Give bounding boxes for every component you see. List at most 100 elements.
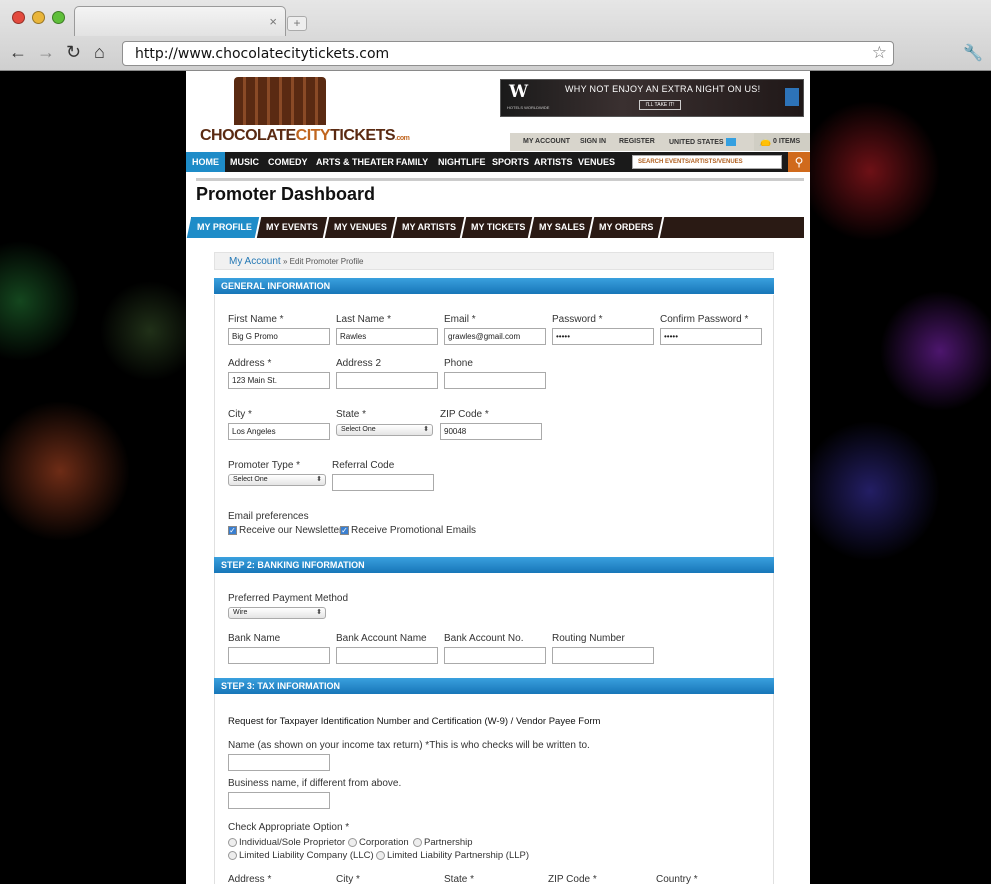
- address2-label: Address 2: [336, 358, 382, 369]
- reload-icon[interactable]: ↻: [66, 42, 81, 62]
- w9-form-title: Request for Taxpayer Identification Numb…: [228, 716, 601, 727]
- banner-sub: HOTELS WORLDWIDE: [507, 105, 550, 110]
- nav-home[interactable]: HOME: [186, 152, 225, 172]
- first-name-label: First Name *: [228, 314, 284, 325]
- radio-icon[interactable]: [228, 837, 237, 847]
- nav-arts-theater[interactable]: ARTS & THEATER: [316, 152, 394, 172]
- background-bokeh-left: [0, 71, 186, 884]
- search-icon[interactable]: ⚲: [788, 152, 810, 172]
- breadcrumb: My Account » Edit Promoter Profile: [214, 252, 774, 270]
- tab-my-tickets[interactable]: MY TICKETS: [461, 217, 535, 238]
- option-llp[interactable]: Limited Liability Partnership (LLP): [376, 850, 529, 861]
- cart[interactable]: 👝 0 ITEMS: [754, 133, 810, 151]
- routing-number-label: Routing Number: [552, 633, 625, 644]
- radio-icon[interactable]: [376, 850, 385, 860]
- checkbox-checked-icon[interactable]: ✓: [228, 525, 237, 535]
- site-search-input[interactable]: SEARCH EVENTS/ARTISTS/VENUES: [632, 155, 782, 169]
- nav-nightlife[interactable]: NIGHTLIFE: [438, 152, 486, 172]
- payment-method-label: Preferred Payment Method: [228, 593, 349, 604]
- option-partnership[interactable]: Partnership: [413, 837, 473, 848]
- payment-method-select[interactable]: Wire ⬍: [228, 607, 326, 619]
- tab-close-icon[interactable]: ×: [269, 14, 277, 29]
- wrench-icon[interactable]: 🔧: [963, 43, 983, 63]
- nav-music[interactable]: MUSIC: [230, 152, 259, 172]
- phone-field[interactable]: [444, 372, 546, 389]
- home-icon[interactable]: ⌂: [94, 42, 105, 62]
- bank-account-name-label: Bank Account Name: [336, 633, 427, 644]
- forward-arrow-icon[interactable]: →: [37, 42, 55, 62]
- checkbox-checked-icon[interactable]: ✓: [340, 525, 349, 535]
- bank-name-field[interactable]: [228, 647, 330, 664]
- tab-my-profile[interactable]: MY PROFILE: [186, 217, 262, 238]
- register-link[interactable]: REGISTER: [619, 138, 655, 145]
- section-general-information: GENERAL INFORMATION: [214, 278, 774, 294]
- radio-icon[interactable]: [348, 837, 357, 847]
- section-tax-information: STEP 3: TAX INFORMATION: [214, 678, 774, 694]
- address2-field[interactable]: [336, 372, 438, 389]
- tab-my-orders[interactable]: MY ORDERS: [589, 217, 665, 238]
- nav-venues[interactable]: VENUES: [578, 152, 615, 172]
- tab-my-venues[interactable]: MY VENUES: [324, 217, 398, 238]
- email-preferences-label: Email preferences: [228, 511, 309, 522]
- state-select[interactable]: Select One ⬍: [336, 424, 433, 436]
- promo-emails-option[interactable]: ✓ Receive Promotional Emails: [340, 525, 476, 536]
- city-field[interactable]: Los Angeles: [228, 423, 330, 440]
- banner-brand: W: [509, 82, 529, 102]
- nav-sports[interactable]: SPORTS: [492, 152, 529, 172]
- bank-account-no-field[interactable]: [444, 647, 546, 664]
- nav-artists[interactable]: ARTISTS: [534, 152, 573, 172]
- account-bar: MY ACCOUNT SIGN IN REGISTER UNITED STATE…: [510, 133, 810, 151]
- back-arrow-icon[interactable]: ←: [9, 42, 27, 62]
- dashboard-tabs: MY PROFILE MY EVENTS MY VENUES MY ARTIST…: [186, 217, 804, 238]
- chevron-updown-icon: ⬍: [423, 426, 429, 433]
- tax-name-field[interactable]: [228, 754, 330, 771]
- country-selector[interactable]: UNITED STATES: [669, 138, 736, 146]
- option-individual[interactable]: Individual/Sole Proprietor: [228, 837, 345, 848]
- zip-field[interactable]: 90048: [440, 423, 542, 440]
- promoter-type-label: Promoter Type *: [228, 460, 301, 471]
- nav-comedy[interactable]: COMEDY: [268, 152, 308, 172]
- routing-number-field[interactable]: [552, 647, 654, 664]
- radio-icon[interactable]: [228, 850, 237, 860]
- ad-banner[interactable]: W HOTELS WORLDWIDE WHY NOT ENJOY AN EXTR…: [500, 79, 804, 117]
- maximize-window-icon[interactable]: [52, 11, 65, 24]
- nav-family[interactable]: FAMILY: [396, 152, 428, 172]
- tab-my-sales[interactable]: MY SALES: [529, 217, 595, 238]
- tab-my-artists[interactable]: MY ARTISTS: [392, 217, 467, 238]
- minimize-window-icon[interactable]: [32, 11, 45, 24]
- tax-address-label: Address *: [228, 874, 272, 884]
- url-text[interactable]: http://www.chocolatecitytickets.com: [135, 46, 389, 62]
- password-field[interactable]: •••••: [552, 328, 654, 345]
- check-option-label: Check Appropriate Option *: [228, 822, 350, 833]
- my-account-link[interactable]: MY ACCOUNT: [523, 138, 570, 145]
- logo-word-chocolate: CHOCOLATE: [200, 127, 296, 144]
- close-window-icon[interactable]: [12, 11, 25, 24]
- promoter-type-select[interactable]: Select One ⬍: [228, 474, 326, 486]
- logo-word-tickets: TICKETS: [330, 127, 396, 144]
- address-bar[interactable]: http://www.chocolatecitytickets.com ☆: [122, 41, 894, 66]
- bookmark-star-icon[interactable]: ☆: [872, 43, 887, 63]
- business-name-field[interactable]: [228, 792, 330, 809]
- breadcrumb-my-account[interactable]: My Account: [229, 256, 281, 267]
- tax-country-label: Country *: [656, 874, 698, 884]
- chocolate-bars-logo-icon: [234, 77, 326, 125]
- sign-in-link[interactable]: SIGN IN: [580, 138, 606, 145]
- bank-account-name-field[interactable]: [336, 647, 438, 664]
- address-field[interactable]: 123 Main St.: [228, 372, 330, 389]
- newsletter-option[interactable]: ✓ Receive our Newsletter: [228, 525, 342, 536]
- email-field[interactable]: grawles@gmail.com: [444, 328, 546, 345]
- first-name-field[interactable]: Big G Promo: [228, 328, 330, 345]
- last-name-field[interactable]: Rawles: [336, 328, 438, 345]
- confirm-password-field[interactable]: •••••: [660, 328, 762, 345]
- browser-tab[interactable]: ×: [74, 6, 286, 36]
- browser-chrome: × + ← → ↻ ⌂ http://www.chocolatecitytick…: [0, 0, 991, 71]
- option-llc[interactable]: Limited Liability Company (LLC): [228, 850, 374, 861]
- site-logo[interactable]: CHOCOLATECITYTICKETS.com: [200, 77, 410, 147]
- banner-button[interactable]: I'LL TAKE IT!: [639, 100, 681, 110]
- referral-code-field[interactable]: [332, 474, 434, 491]
- new-tab-button[interactable]: +: [287, 16, 307, 31]
- tab-my-events[interactable]: MY EVENTS: [256, 217, 330, 238]
- radio-icon[interactable]: [413, 837, 422, 847]
- logo-com: .com: [395, 135, 410, 142]
- option-corporation[interactable]: Corporation: [348, 837, 409, 848]
